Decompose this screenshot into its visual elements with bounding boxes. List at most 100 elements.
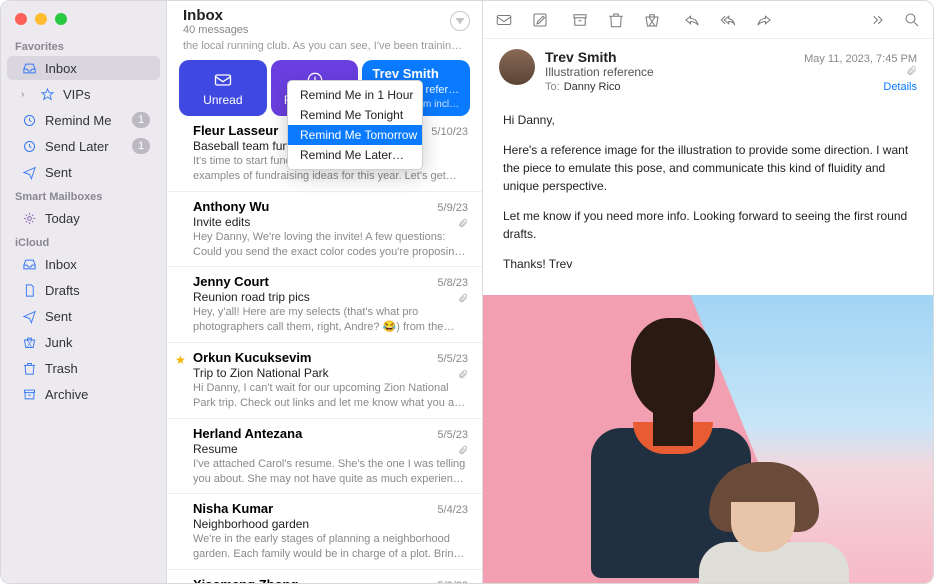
clock-send-icon — [21, 138, 37, 154]
sidebar-section-favorites: Favorites — [1, 35, 166, 55]
message-subject: Illustration reference — [545, 65, 654, 79]
menu-item-remind-later[interactable]: Remind Me Later… — [288, 145, 422, 165]
row-sender: Fleur Lasseur — [193, 123, 278, 138]
swipe-action-label: Unread — [203, 93, 242, 107]
tray-icon — [21, 256, 37, 272]
sidebar-item-sent[interactable]: Sent — [7, 160, 160, 184]
body-paragraph: Thanks! Trev — [503, 255, 913, 273]
row-sender: Orkun Kucuksevim — [193, 350, 312, 365]
zoom-window-button[interactable] — [55, 13, 67, 25]
archive-icon — [21, 386, 37, 402]
row-sender: Anthony Wu — [193, 199, 269, 214]
sidebar-section-icloud: iCloud — [1, 231, 166, 251]
trash-icon[interactable] — [607, 11, 625, 29]
message-list-pane: Inbox 40 messages the local running club… — [167, 1, 483, 583]
flag-icon: ★ — [175, 353, 186, 367]
sidebar-item-label: Sent — [45, 309, 150, 324]
message-row[interactable]: Jenny Court5/8/23Reunion road trip picsH… — [167, 267, 482, 343]
junk-icon — [21, 334, 37, 350]
attachment-image[interactable] — [483, 295, 933, 583]
sidebar-item-label: Drafts — [45, 283, 150, 298]
sidebar-item-label: Remind Me — [45, 113, 124, 128]
message-row[interactable]: Anthony Wu5/9/23Invite editsHey Danny, W… — [167, 192, 482, 268]
attachment-icon — [906, 65, 917, 76]
row-preview: Hey Danny, We're loving the invite! A fe… — [193, 230, 468, 260]
forwarded-icon: ↪ — [175, 580, 184, 583]
message-row[interactable]: Herland Antezana5/5/23ResumeI've attache… — [167, 419, 482, 495]
sidebar-badge: 1 — [132, 112, 150, 128]
row-date: 5/8/23 — [437, 277, 468, 289]
archive-icon[interactable] — [571, 11, 589, 29]
sidebar: Favorites Inbox › VIPs Remind Me 1 Send … — [1, 1, 167, 583]
attachment-icon — [458, 369, 468, 379]
message-list-scroll[interactable]: the local running club. As you can see, … — [167, 40, 482, 583]
sidebar-item-send-later[interactable]: Send Later 1 — [7, 134, 160, 158]
paper-plane-icon — [21, 308, 37, 324]
mailbox-subtitle: 40 messages — [183, 24, 248, 36]
close-window-button[interactable] — [15, 13, 27, 25]
details-link[interactable]: Details — [883, 81, 917, 93]
sidebar-item-trash[interactable]: Trash — [7, 356, 160, 380]
row-date: 5/5/23 — [437, 353, 468, 365]
row-subject: Trip to Zion National Park — [193, 366, 468, 380]
star-icon — [39, 86, 55, 102]
attachment-icon — [458, 293, 468, 303]
minimize-window-button[interactable] — [35, 13, 47, 25]
sender-avatar[interactable] — [499, 49, 535, 85]
body-paragraph: Hi Danny, — [503, 111, 913, 129]
body-paragraph: Here's a reference image for the illustr… — [503, 141, 913, 195]
tray-icon — [21, 60, 37, 76]
junk-icon[interactable] — [643, 11, 661, 29]
prev-message-preview[interactable]: the local running club. As you can see, … — [167, 40, 482, 56]
sidebar-item-label: Sent — [45, 165, 150, 180]
more-icon[interactable] — [867, 11, 885, 29]
row-sender: Xiaomeng Zhong — [193, 577, 298, 583]
message-row[interactable]: ↪Xiaomeng Zhong5/3/23Park PhotosHi Danny… — [167, 570, 482, 583]
sidebar-item-remind-me[interactable]: Remind Me 1 — [7, 108, 160, 132]
menu-item-remind-tomorrow[interactable]: Remind Me Tomorrow — [288, 125, 422, 145]
filter-button[interactable] — [450, 11, 470, 31]
sidebar-item-vips[interactable]: › VIPs — [7, 82, 160, 106]
message-row[interactable]: ★ Orkun Kucuksevim 5/5/23Trip to Zion Nati… — [167, 343, 482, 419]
chevron-right-icon[interactable]: › — [21, 89, 31, 100]
row-preview: Hey, y'all! Here are my selects (that's … — [193, 305, 468, 335]
sidebar-item-junk[interactable]: Junk — [7, 330, 160, 354]
sidebar-item-icloud-sent[interactable]: Sent — [7, 304, 160, 328]
sidebar-section-smart: Smart Mailboxes — [1, 185, 166, 205]
to-recipient[interactable]: Danny Rico — [564, 81, 621, 93]
sidebar-item-label: VIPs — [63, 87, 150, 102]
message-date: May 11, 2023, 7:45 PM — [804, 53, 917, 65]
reply-icon[interactable] — [683, 11, 701, 29]
search-icon[interactable] — [903, 11, 921, 29]
swipe-actions-row: Unread Remind Me Trev Smith Illustration… — [167, 56, 482, 116]
attachment-icon — [458, 218, 468, 228]
row-preview: I've attached Carol's resume. She's the … — [193, 457, 468, 487]
row-sender: Nisha Kumar — [193, 501, 273, 516]
sidebar-item-inbox[interactable]: Inbox — [7, 56, 160, 80]
sidebar-item-today[interactable]: Today — [7, 206, 160, 230]
attachment-icon — [458, 445, 468, 455]
swipe-action-unread[interactable]: Unread — [179, 60, 267, 116]
compose-icon[interactable] — [531, 11, 549, 29]
sidebar-badge: 1 — [132, 138, 150, 154]
envelope-icon[interactable] — [495, 11, 513, 29]
forward-icon[interactable] — [755, 11, 773, 29]
to-label: To: — [545, 81, 560, 93]
window-controls — [1, 7, 166, 35]
sidebar-item-drafts[interactable]: Drafts — [7, 278, 160, 302]
sidebar-item-archive[interactable]: Archive — [7, 382, 160, 406]
row-subject: Neighborhood garden — [193, 517, 468, 531]
sidebar-item-label: Archive — [45, 387, 150, 402]
row-preview: Hi Danny, I can't wait for our upcoming … — [193, 381, 468, 411]
sidebar-item-label: Inbox — [45, 257, 150, 272]
menu-item-remind-1h[interactable]: Remind Me in 1 Hour — [288, 85, 422, 105]
row-date: 5/10/23 — [431, 126, 468, 138]
message-row[interactable]: Nisha Kumar5/4/23Neighborhood gardenWe'r… — [167, 494, 482, 570]
sidebar-item-icloud-inbox[interactable]: Inbox — [7, 252, 160, 276]
clock-icon — [21, 112, 37, 128]
row-subject: Reunion road trip pics — [193, 290, 468, 304]
reply-all-icon[interactable] — [719, 11, 737, 29]
menu-item-remind-tonight[interactable]: Remind Me Tonight — [288, 105, 422, 125]
mailbox-title: Inbox — [183, 7, 248, 24]
remind-me-menu: Remind Me in 1 Hour Remind Me Tonight Re… — [287, 80, 423, 170]
